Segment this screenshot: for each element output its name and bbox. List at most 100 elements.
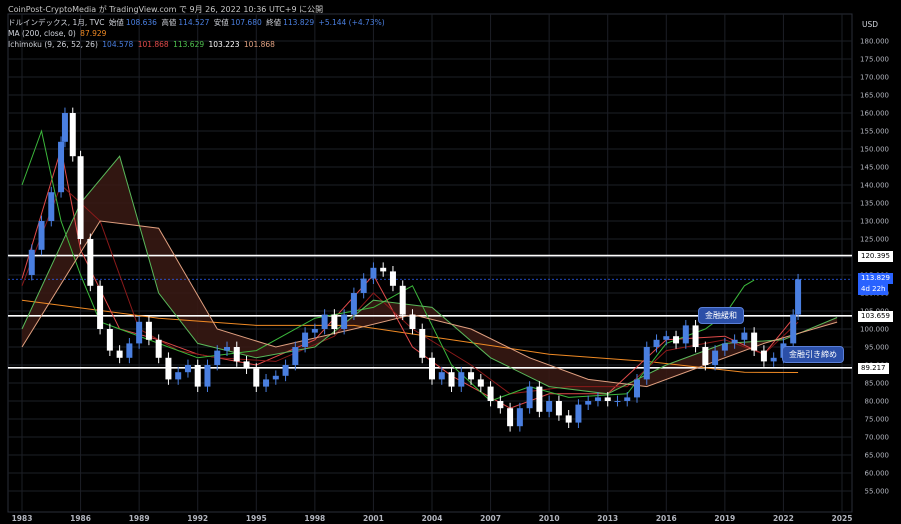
candle-body: [77, 156, 84, 239]
y-tick-label: 140.000: [860, 182, 889, 190]
candle-body: [145, 321, 152, 340]
legend-ma-label: MA (200, close, 0): [8, 29, 76, 38]
y-tick-label: 85.000: [865, 380, 890, 388]
candle-body: [468, 372, 475, 380]
x-tick-label: 2001: [363, 514, 384, 523]
candle: [536, 381, 543, 418]
publish-info: CoinPost-CryptoMedia が TradingView.com で…: [8, 5, 324, 14]
legend: ドルインデックス, 1月, TVC 始値 108.636 高値 114.527 安値…: [8, 17, 387, 50]
x-tick-label: 2025: [832, 514, 853, 523]
candle-body: [360, 278, 367, 293]
legend-high-label: 高値: [161, 18, 177, 27]
candle: [653, 334, 660, 353]
candle-body: [429, 357, 435, 380]
x-tick-label: 1995: [246, 514, 267, 523]
candle-body: [712, 350, 719, 365]
candle: [58, 136, 65, 198]
candle-body: [48, 192, 55, 221]
candle-body: [350, 293, 357, 315]
candle: [116, 345, 123, 364]
candle-body: [419, 329, 426, 358]
legend-row-ichimoku: Ichimoku (9, 26, 52, 26) 104.578 101.868…: [8, 39, 387, 50]
y-tick-label: 95.000: [865, 344, 890, 352]
candle-body: [497, 401, 504, 409]
candle: [243, 356, 250, 374]
candle: [263, 374, 270, 392]
candle-body: [399, 285, 406, 315]
candle-body: [721, 343, 728, 351]
candle: [673, 330, 680, 349]
candle-body: [795, 279, 802, 315]
candle: [38, 215, 45, 256]
candle-body: [341, 314, 348, 329]
legend-symbol: ドルインデックス, 1月, TVC: [8, 18, 105, 27]
candle-body: [224, 347, 230, 351]
candle-body: [477, 379, 484, 387]
price-tag-last: 113.829: [858, 273, 893, 284]
annotation-tightening: 金融引き締め: [782, 346, 844, 363]
y-tick-label: 165.000: [860, 92, 889, 100]
x-tick-label: 1983: [12, 514, 33, 523]
axis-unit: USD: [862, 20, 879, 29]
candle: [614, 395, 621, 407]
candle-body: [663, 336, 670, 340]
candle-body: [634, 379, 640, 398]
candle-body: [58, 141, 65, 193]
price-tag-countdown: 4d 22h: [858, 284, 889, 295]
candle-body: [165, 357, 172, 380]
candle: [438, 366, 445, 385]
price-tag-low-level: 89.217: [858, 363, 889, 374]
candle-body: [126, 343, 133, 358]
legend-row-ma: MA (200, close, 0) 87.929: [8, 28, 387, 39]
candle: [282, 359, 289, 382]
candle-body: [184, 365, 191, 373]
candle-body: [702, 347, 709, 365]
candle: [760, 345, 767, 367]
legend-low: 107.680: [230, 18, 262, 27]
candle-body: [61, 113, 68, 142]
y-tick-label: 135.000: [860, 200, 889, 208]
candle-body: [272, 375, 279, 380]
candle: [165, 352, 172, 385]
candle-body: [389, 271, 396, 286]
candle-body: [409, 314, 416, 329]
x-tick-label: 2019: [714, 514, 735, 523]
candle-body: [38, 221, 45, 250]
candle: [204, 359, 211, 392]
candle: [389, 266, 396, 292]
candle-body: [155, 339, 162, 358]
candle-body: [555, 401, 562, 416]
candle: [682, 320, 689, 349]
candle-body: [604, 397, 611, 401]
candle-body: [575, 404, 582, 423]
y-tick-label: 70.000: [865, 434, 890, 442]
candle-body: [204, 365, 211, 387]
candle: [61, 107, 68, 148]
price-chart[interactable]: 55.000 60.000 65.000 70.000 75.000 80.000 85.0…: [0, 0, 901, 524]
candle-body: [292, 347, 299, 365]
candle-body: [760, 350, 767, 362]
candle: [419, 323, 426, 364]
candle-body: [214, 350, 221, 365]
x-tick-label: 2022: [773, 514, 794, 523]
legend-close: 113.829: [283, 18, 315, 27]
legend-open: 108.636: [125, 18, 157, 27]
candle-body: [751, 332, 758, 351]
price-tag-mid-level: 103.659: [858, 311, 893, 322]
candle-body: [546, 401, 553, 412]
x-tick-label: 2013: [597, 514, 618, 523]
candle: [555, 395, 562, 421]
y-tick-label: 150.000: [860, 146, 889, 154]
candle-body: [282, 365, 289, 376]
legend-ichi-conversion: 104.578: [102, 40, 134, 49]
candle-body: [487, 386, 494, 401]
candle: [106, 323, 113, 356]
candle-body: [516, 408, 523, 427]
x-tick-label: 1989: [129, 514, 150, 523]
candle: [136, 316, 143, 349]
y-tick-label: 170.000: [860, 74, 889, 82]
y-tick-label: 65.000: [865, 452, 890, 460]
annotation-easing: 金融緩和: [698, 307, 744, 324]
candle-body: [136, 321, 143, 344]
candle: [126, 338, 133, 364]
